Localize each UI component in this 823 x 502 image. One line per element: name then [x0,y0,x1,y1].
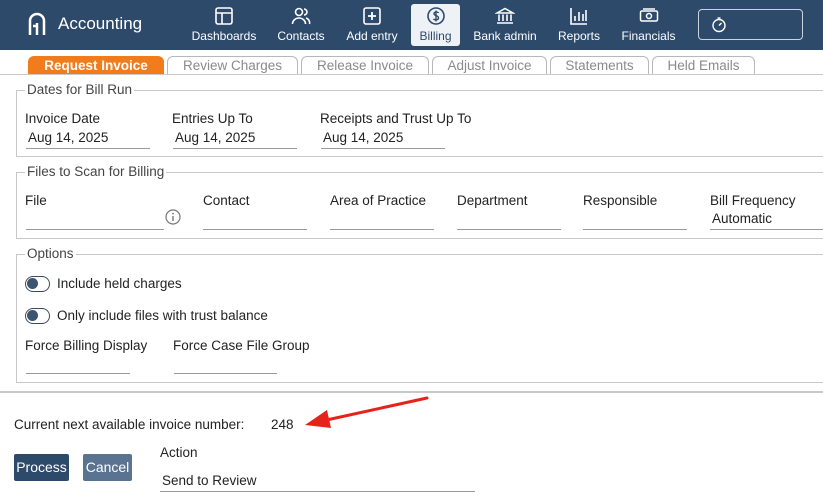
file-input[interactable] [26,229,164,230]
dashboard-icon [215,7,233,25]
contact-label: Contact [203,193,250,208]
tab-baseline [0,74,823,75]
receipts-trust-field[interactable]: Aug 14, 2025 [323,130,403,145]
action-label: Action [160,445,198,460]
process-button[interactable]: Process [14,454,69,481]
invoice-date-field[interactable]: Aug 14, 2025 [28,130,108,145]
action-select[interactable]: Send to Review [162,473,257,488]
top-nav-bar: Accounting Dashboards Contacts Add entry… [0,0,823,50]
dates-legend: Dates for Bill Run [25,82,135,97]
app-title: Accounting [58,14,143,33]
action-underline [160,491,475,492]
responsible-label: Responsible [583,193,658,208]
responsible-input[interactable] [583,229,687,230]
bar-chart-icon [570,8,587,25]
department-label: Department [457,193,528,208]
nav-dashboards-label: Dashboards [191,29,257,43]
receipts-trust-label: Receipts and Trust Up To [320,111,472,126]
file-label: File [25,193,47,208]
tab-request-invoice[interactable]: Request Invoice [28,56,164,75]
force-case-file-group-input[interactable] [174,373,277,374]
app-logo-icon [28,12,46,35]
nav-contacts-label: Contacts [277,29,325,43]
bill-frequency-select[interactable]: Automatic [712,211,772,226]
tab-release-invoice[interactable]: Release Invoice [301,56,429,75]
tab-adjust-invoice[interactable]: Adjust Invoice [432,56,547,75]
nav-financials[interactable]: Financials [617,4,680,46]
nav-reports[interactable]: Reports [554,4,604,46]
receipts-trust-underline [321,148,445,149]
entries-up-to-underline [173,148,297,149]
tab-held-emails[interactable]: Held Emails [652,56,755,75]
include-held-charges-toggle[interactable] [25,276,50,292]
plus-square-icon [363,7,381,25]
area-of-practice-label: Area of Practice [330,193,427,208]
nav-financials-label: Financials [621,29,676,43]
info-icon[interactable] [165,209,181,225]
nav-billing[interactable]: Billing [411,4,460,46]
contacts-icon [291,7,311,25]
cancel-button[interactable]: Cancel [83,454,132,481]
options-legend: Options [25,246,76,261]
nav-add-entry[interactable]: Add entry [342,4,402,46]
files-legend: Files to Scan for Billing [25,164,167,179]
trust-balance-toggle[interactable] [25,308,50,324]
nav-bank-admin-label: Bank admin [473,29,537,43]
force-billing-display-label: Force Billing Display [25,338,148,353]
money-icon [639,8,658,22]
entries-up-to-field[interactable]: Aug 14, 2025 [175,130,255,145]
stopwatch-icon [712,17,726,33]
nav-add-entry-label: Add entry [346,29,398,43]
brand[interactable]: Accounting [28,12,142,36]
include-held-charges-label: Include held charges [57,276,182,291]
nav-billing-label: Billing [419,29,452,43]
bank-icon [495,7,515,24]
invoice-date-underline [26,148,150,149]
nav-dashboards[interactable]: Dashboards [187,4,261,46]
nav-contacts[interactable]: Contacts [273,4,329,46]
department-input[interactable] [457,229,561,230]
force-billing-display-input[interactable] [26,373,130,374]
dates-group: Dates for Bill Run Invoice Date Aug 14, … [16,82,823,157]
dollar-circle-icon [426,7,445,25]
trust-balance-label: Only include files with trust balance [57,308,268,323]
section-divider [0,391,823,393]
invoice-date-label: Invoice Date [25,111,101,126]
timer-widget[interactable] [698,9,803,40]
tab-review-charges[interactable]: Review Charges [167,56,298,75]
invoice-number-label: Current next available invoice number: [14,417,245,432]
tab-statements[interactable]: Statements [550,56,649,75]
nav-bank-admin[interactable]: Bank admin [470,4,540,46]
bill-frequency-label: Bill Frequency [710,193,796,208]
contact-input[interactable] [203,229,307,230]
entries-up-to-label: Entries Up To [172,111,253,126]
nav-reports-label: Reports [557,29,601,43]
files-group: Files to Scan for Billing File Contact A… [16,164,823,239]
invoice-number-value: 248 [271,417,294,432]
options-group: Options Include held charges Only includ… [16,246,823,383]
bill-frequency-underline [710,229,823,230]
force-case-file-group-label: Force Case File Group [173,338,310,353]
area-of-practice-input[interactable] [330,229,434,230]
